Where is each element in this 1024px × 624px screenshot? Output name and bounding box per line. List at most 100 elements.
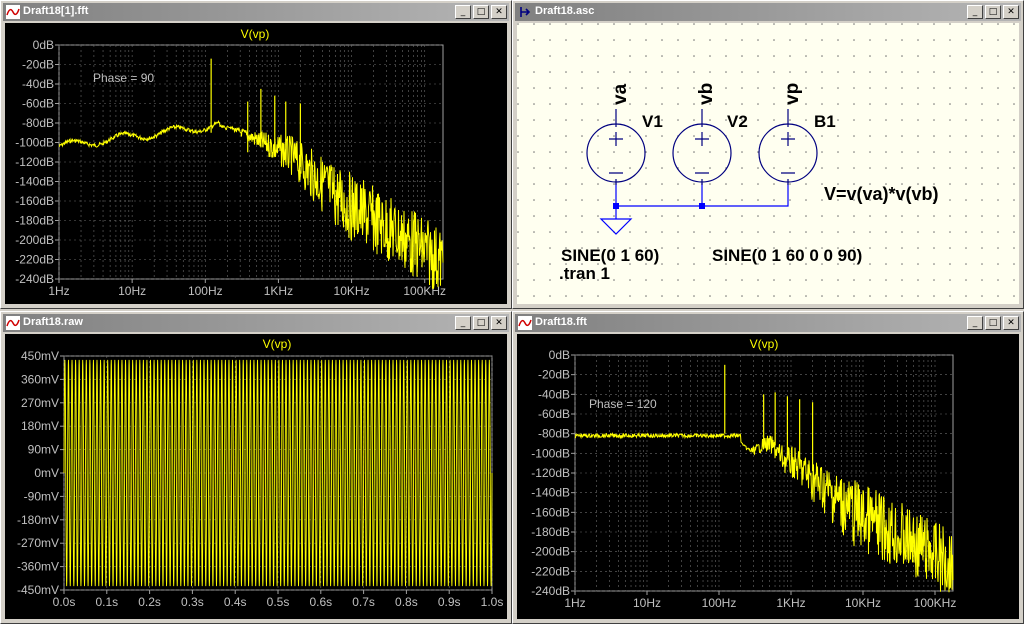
- fft-trace[interactable]: [58, 119, 444, 289]
- tran-directive[interactable]: .tran 1: [559, 264, 610, 283]
- minimize-button[interactable]: _: [455, 5, 471, 19]
- y-tick-label: 90mV: [28, 443, 59, 457]
- y-tick-label: -360mV: [17, 560, 59, 574]
- x-tick-label: 100Hz: [702, 596, 737, 610]
- y-tick-label: -40dB: [22, 77, 54, 91]
- v1-value[interactable]: SINE(0 1 60): [561, 246, 659, 265]
- schematic-window[interactable]: Draft18.asc _ □ ✕ va vb vp V1 V2 B1 V=v(…: [512, 0, 1024, 309]
- minimize-button[interactable]: _: [967, 316, 983, 330]
- y-tick-label: -40dB: [538, 387, 570, 401]
- component-name-v2[interactable]: V2: [727, 112, 748, 131]
- component-name-v1[interactable]: V1: [642, 112, 663, 131]
- x-tick-label: 100KHz: [403, 284, 446, 298]
- y-tick-label: 180mV: [21, 419, 59, 433]
- component-name-b1[interactable]: B1: [814, 112, 836, 131]
- minimize-button[interactable]: _: [455, 316, 471, 330]
- trace-label[interactable]: V(vp): [750, 337, 779, 351]
- net-label-vb[interactable]: vb: [696, 83, 717, 105]
- plot-pane[interactable]: V(vp) Phase = 90 0dB -20dB -40dB -60dB -80dB…: [5, 23, 507, 304]
- y-tick-label: -140dB: [15, 175, 54, 189]
- x-tick-label: 0.9s: [438, 595, 461, 609]
- y-tick-label: -80dB: [538, 427, 570, 441]
- y-tick-label: -270mV: [17, 536, 59, 550]
- close-button[interactable]: ✕: [1003, 316, 1019, 330]
- close-button[interactable]: ✕: [491, 5, 507, 19]
- y-tick-label: 270mV: [21, 396, 59, 410]
- x-tick-label: 1KHz: [776, 596, 805, 610]
- titlebar[interactable]: Draft18[1].fft _ □ ✕: [3, 3, 509, 21]
- x-tick-label: 1Hz: [48, 284, 69, 298]
- x-tick-label: 10KHz: [845, 596, 881, 610]
- axes: 0dB -20dB -40dB -60dB -80dB -100dB -120dB -140d…: [531, 348, 956, 610]
- x-tick-label: 0.2s: [138, 595, 161, 609]
- waveform-icon: [6, 5, 20, 19]
- y-tick-label: 360mV: [21, 372, 59, 386]
- schematic-icon: [520, 7, 531, 17]
- y-tick-label: -160dB: [15, 194, 54, 208]
- fft-plot[interactable]: V(vp) Phase = 120 0dB -20dB -40dB -60dB -80d…: [517, 334, 1021, 621]
- y-tick-label: -100dB: [15, 136, 54, 150]
- y-tick-label: 0dB: [33, 38, 54, 52]
- fft-window-1[interactable]: Draft18[1].fft _ □ ✕ V(vp) Phase = 90 0d…: [0, 0, 512, 309]
- junction-dot: [699, 203, 705, 209]
- transient-trace[interactable]: [63, 359, 493, 587]
- titlebar[interactable]: Draft18.fft _ □ ✕: [515, 314, 1021, 332]
- net-label-vp[interactable]: vp: [782, 83, 803, 105]
- y-tick-label: -120dB: [531, 466, 570, 480]
- fft-window-2[interactable]: Draft18.fft _ □ ✕ V(vp) Phase = 120 0dB -…: [512, 311, 1024, 624]
- net-label-va[interactable]: va: [610, 83, 631, 105]
- y-tick-label: -180dB: [15, 214, 54, 228]
- y-tick-label: -80dB: [22, 116, 54, 130]
- y-tick-label: -180mV: [17, 513, 59, 527]
- window-title: Draft18.fft: [535, 316, 587, 328]
- x-tick-label: 0.8s: [395, 595, 418, 609]
- y-tick-label: -60dB: [538, 407, 570, 421]
- y-tick-label: -100dB: [531, 446, 570, 460]
- phase-annotation: Phase = 120: [589, 397, 657, 411]
- phase-annotation: Phase = 90: [93, 71, 154, 85]
- plot-pane[interactable]: V(vp) 450mV 360mV 270mV 180mV 90mV 0mV -90mV -1…: [5, 334, 507, 619]
- y-tick-label: -220dB: [531, 564, 570, 578]
- fft-trace[interactable]: [574, 431, 954, 593]
- v2-value[interactable]: SINE(0 1 60 0 0 90): [712, 246, 862, 265]
- schematic-drawing[interactable]: va vb vp V1 V2 B1 V=v(va)*v(vb) SINE(0 1…: [517, 23, 1021, 306]
- fft-plot[interactable]: V(vp) Phase = 90 0dB -20dB -40dB -60dB -80dB…: [5, 23, 509, 306]
- y-tick-label: 450mV: [21, 349, 59, 363]
- junction-dot: [613, 203, 619, 209]
- y-tick-label: -200dB: [15, 233, 54, 247]
- b1-expression[interactable]: V=v(va)*v(vb): [824, 184, 939, 204]
- y-tick-label: -220dB: [15, 253, 54, 267]
- waveform-icon: [6, 316, 20, 330]
- close-button[interactable]: ✕: [1003, 5, 1019, 19]
- x-tick-label: 100KHz: [914, 596, 957, 610]
- maximize-button[interactable]: □: [985, 5, 1001, 19]
- minimize-button[interactable]: _: [967, 5, 983, 19]
- y-tick-label: -120dB: [15, 155, 54, 169]
- x-tick-label: 0.7s: [352, 595, 375, 609]
- transient-plot[interactable]: V(vp) 450mV 360mV 270mV 180mV 90mV 0mV -90mV -1…: [5, 334, 509, 621]
- maximize-button[interactable]: □: [473, 316, 489, 330]
- trace-label[interactable]: V(vp): [241, 27, 270, 41]
- x-tick-label: 100Hz: [188, 284, 223, 298]
- schematic-canvas[interactable]: va vb vp V1 V2 B1 V=v(va)*v(vb) SINE(0 1…: [517, 23, 1021, 306]
- waveform-icon: [518, 316, 532, 330]
- y-tick-label: -60dB: [22, 97, 54, 111]
- transient-window[interactable]: Draft18.raw _ □ ✕ V(vp) 450mV 360mV 270mV 1…: [0, 311, 512, 624]
- maximize-button[interactable]: □: [473, 5, 489, 19]
- x-tick-label: 0.0s: [53, 595, 76, 609]
- window-title: Draft18.raw: [23, 316, 83, 328]
- y-tick-label: -20dB: [538, 368, 570, 382]
- plot-pane[interactable]: V(vp) Phase = 120 0dB -20dB -40dB -60dB -80d…: [517, 334, 1019, 619]
- close-button[interactable]: ✕: [491, 316, 507, 330]
- x-tick-label: 10Hz: [118, 284, 146, 298]
- trace-label[interactable]: V(vp): [263, 337, 292, 351]
- y-tick-label: -180dB: [531, 525, 570, 539]
- y-tick-label: -200dB: [531, 545, 570, 559]
- x-tick-label: 0.3s: [181, 595, 204, 609]
- y-tick-label: -140dB: [531, 486, 570, 500]
- y-tick-label: 0mV: [34, 466, 59, 480]
- maximize-button[interactable]: □: [985, 316, 1001, 330]
- titlebar[interactable]: Draft18.raw _ □ ✕: [3, 314, 509, 332]
- titlebar[interactable]: Draft18.asc _ □ ✕: [515, 3, 1021, 21]
- x-tick-label: 1Hz: [564, 596, 585, 610]
